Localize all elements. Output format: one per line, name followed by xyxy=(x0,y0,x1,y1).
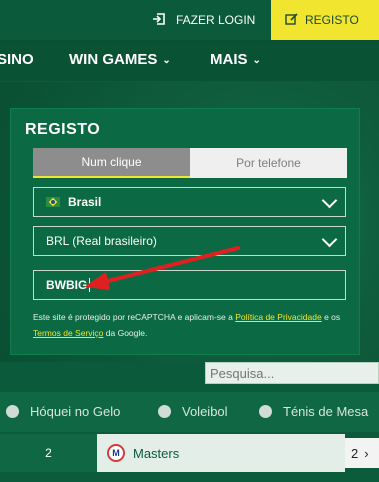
register-button[interactable]: REGISTO xyxy=(271,0,379,40)
search-input[interactable] xyxy=(205,362,379,384)
sports-menu: Hóquei no Gelo Voleibol Ténis de Mesa xyxy=(0,392,379,432)
login-label: FAZER LOGIN xyxy=(176,13,256,27)
edit-icon xyxy=(285,12,299,29)
country-value: Brasil xyxy=(68,195,102,209)
chevron-down-icon xyxy=(321,231,338,248)
brazil-flag-icon xyxy=(46,197,60,207)
recaptcha-notice: Este site é protegido por reCAPTCHA e ap… xyxy=(33,312,341,338)
login-button[interactable]: FAZER LOGIN xyxy=(140,0,282,40)
chevron-down-icon xyxy=(321,192,338,209)
sign-in-icon xyxy=(152,12,166,29)
match-name: Masters xyxy=(133,445,180,461)
table-tennis-icon xyxy=(259,405,272,418)
chevron-right-icon: › xyxy=(364,445,369,461)
nav-item-casino[interactable]: SINO xyxy=(0,51,34,68)
chevron-down-icon: ⌄ xyxy=(162,55,171,66)
sport-item-volleyball[interactable]: Voleibol xyxy=(158,404,228,419)
sport-item-table-tennis[interactable]: Ténis de Mesa xyxy=(259,404,368,419)
match-count-cell: 2 xyxy=(0,434,97,472)
tab-one-click[interactable]: Num clique xyxy=(33,148,190,178)
nav-item-win-games[interactable]: WIN GAMES ⌄ xyxy=(69,51,171,68)
match-count-right[interactable]: 2 › xyxy=(345,438,379,468)
main-nav: SINO WIN GAMES ⌄ MAIS ⌄ xyxy=(0,41,379,81)
sport-item-hockey[interactable]: Hóquei no Gelo xyxy=(6,404,120,419)
register-label: REGISTO xyxy=(305,13,359,27)
nav-item-mais[interactable]: MAIS ⌄ xyxy=(210,51,261,68)
registration-tabs: Num clique Por telefone xyxy=(33,148,348,178)
masters-icon: M xyxy=(107,444,125,462)
terms-of-service-link[interactable]: Termos de Serviço xyxy=(33,328,103,338)
tab-by-phone[interactable]: Por telefone xyxy=(190,148,347,178)
match-row-masters[interactable]: M Masters xyxy=(97,434,345,472)
chevron-down-icon: ⌄ xyxy=(252,55,261,66)
privacy-policy-link[interactable]: Política de Privacidade xyxy=(235,312,321,322)
modal-title: REGISTO xyxy=(25,121,101,138)
volleyball-icon xyxy=(158,405,171,418)
hockey-puck-icon xyxy=(6,405,19,418)
country-select[interactable]: Brasil xyxy=(33,187,346,217)
red-arrow-annotation xyxy=(84,246,240,290)
